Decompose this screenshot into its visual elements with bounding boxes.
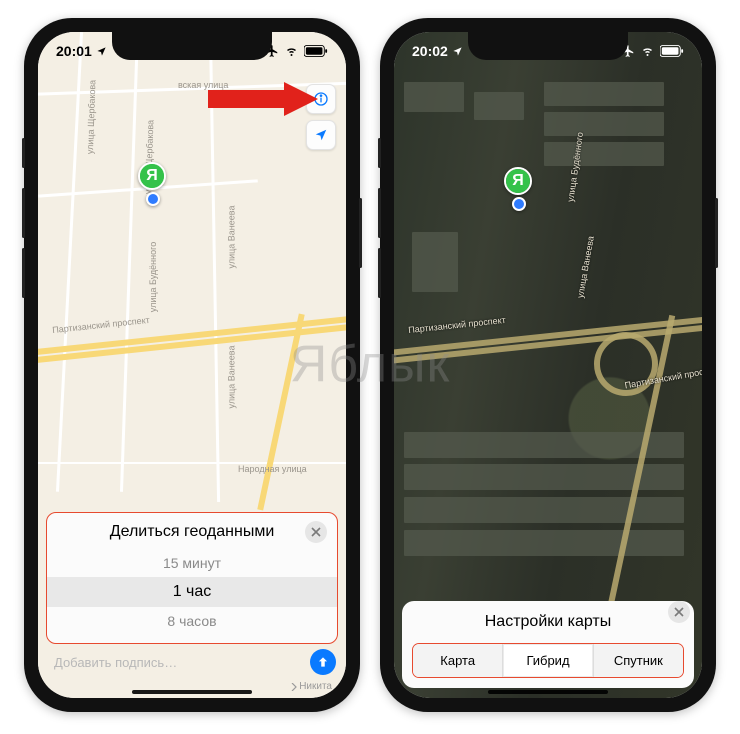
street-label: улица Ванеева [575, 235, 596, 299]
map-type-segmented: Карта Гибрид Спутник [412, 643, 684, 678]
location-services-icon [96, 46, 107, 57]
annotation-arrow-icon [208, 82, 318, 116]
compose-bar: Добавить подпись… [48, 648, 336, 676]
sheet-title: Делиться геоданными [47, 523, 337, 549]
status-time: 20:01 [56, 43, 92, 59]
street-label: улица Ванеева [226, 346, 236, 409]
location-services-icon [452, 46, 463, 57]
current-location-dot [146, 192, 160, 206]
caption-input[interactable]: Добавить подпись… [48, 655, 302, 670]
close-icon [311, 527, 321, 537]
map-settings-sheet: Настройки карты Карта Гибрид Спутник [402, 601, 694, 688]
sheet-title: Настройки карты [412, 613, 684, 643]
wifi-icon [284, 45, 299, 57]
current-location-dot [512, 197, 526, 211]
segment-map[interactable]: Карта [413, 644, 503, 677]
street-label: Народная улица [238, 464, 307, 474]
duration-option-1[interactable]: 1 час [47, 577, 337, 607]
street-label: улица Ванеева [226, 206, 236, 269]
phone-right: 20:02 [380, 18, 716, 712]
close-button[interactable] [668, 601, 690, 623]
send-button[interactable] [310, 649, 336, 675]
phone-left: 20:01 [24, 18, 360, 712]
battery-icon [660, 45, 684, 57]
chevron-right-icon [291, 683, 297, 691]
close-button[interactable] [305, 521, 327, 543]
street-label: улица Будённого [148, 242, 158, 312]
recipient-label: Никита [291, 681, 332, 692]
street-label: Партизанский проспект [408, 315, 506, 335]
user-avatar-marker[interactable]: Я [504, 167, 532, 195]
notch [112, 32, 272, 60]
location-arrow-icon [314, 128, 328, 142]
home-indicator[interactable] [132, 690, 252, 694]
home-indicator[interactable] [488, 690, 608, 694]
status-time: 20:02 [412, 43, 448, 59]
notch [468, 32, 628, 60]
battery-icon [304, 45, 328, 57]
street-label: улица Щербакова [85, 80, 98, 155]
wifi-icon [640, 45, 655, 57]
map-view-hybrid[interactable]: улица Будённого улица Ванеева Партизанск… [394, 32, 702, 698]
segment-satellite[interactable]: Спутник [594, 644, 683, 677]
close-icon [674, 607, 684, 617]
user-avatar-marker[interactable]: Я [138, 162, 166, 190]
segment-hybrid[interactable]: Гибрид [503, 644, 593, 677]
share-location-sheet: Делиться геоданными 15 минут 1 час 8 час… [46, 512, 338, 644]
duration-option-2[interactable]: 8 часов [47, 607, 337, 635]
duration-option-0[interactable]: 15 минут [47, 549, 337, 577]
map-recenter-button[interactable] [306, 120, 336, 150]
send-arrow-icon [316, 655, 330, 669]
